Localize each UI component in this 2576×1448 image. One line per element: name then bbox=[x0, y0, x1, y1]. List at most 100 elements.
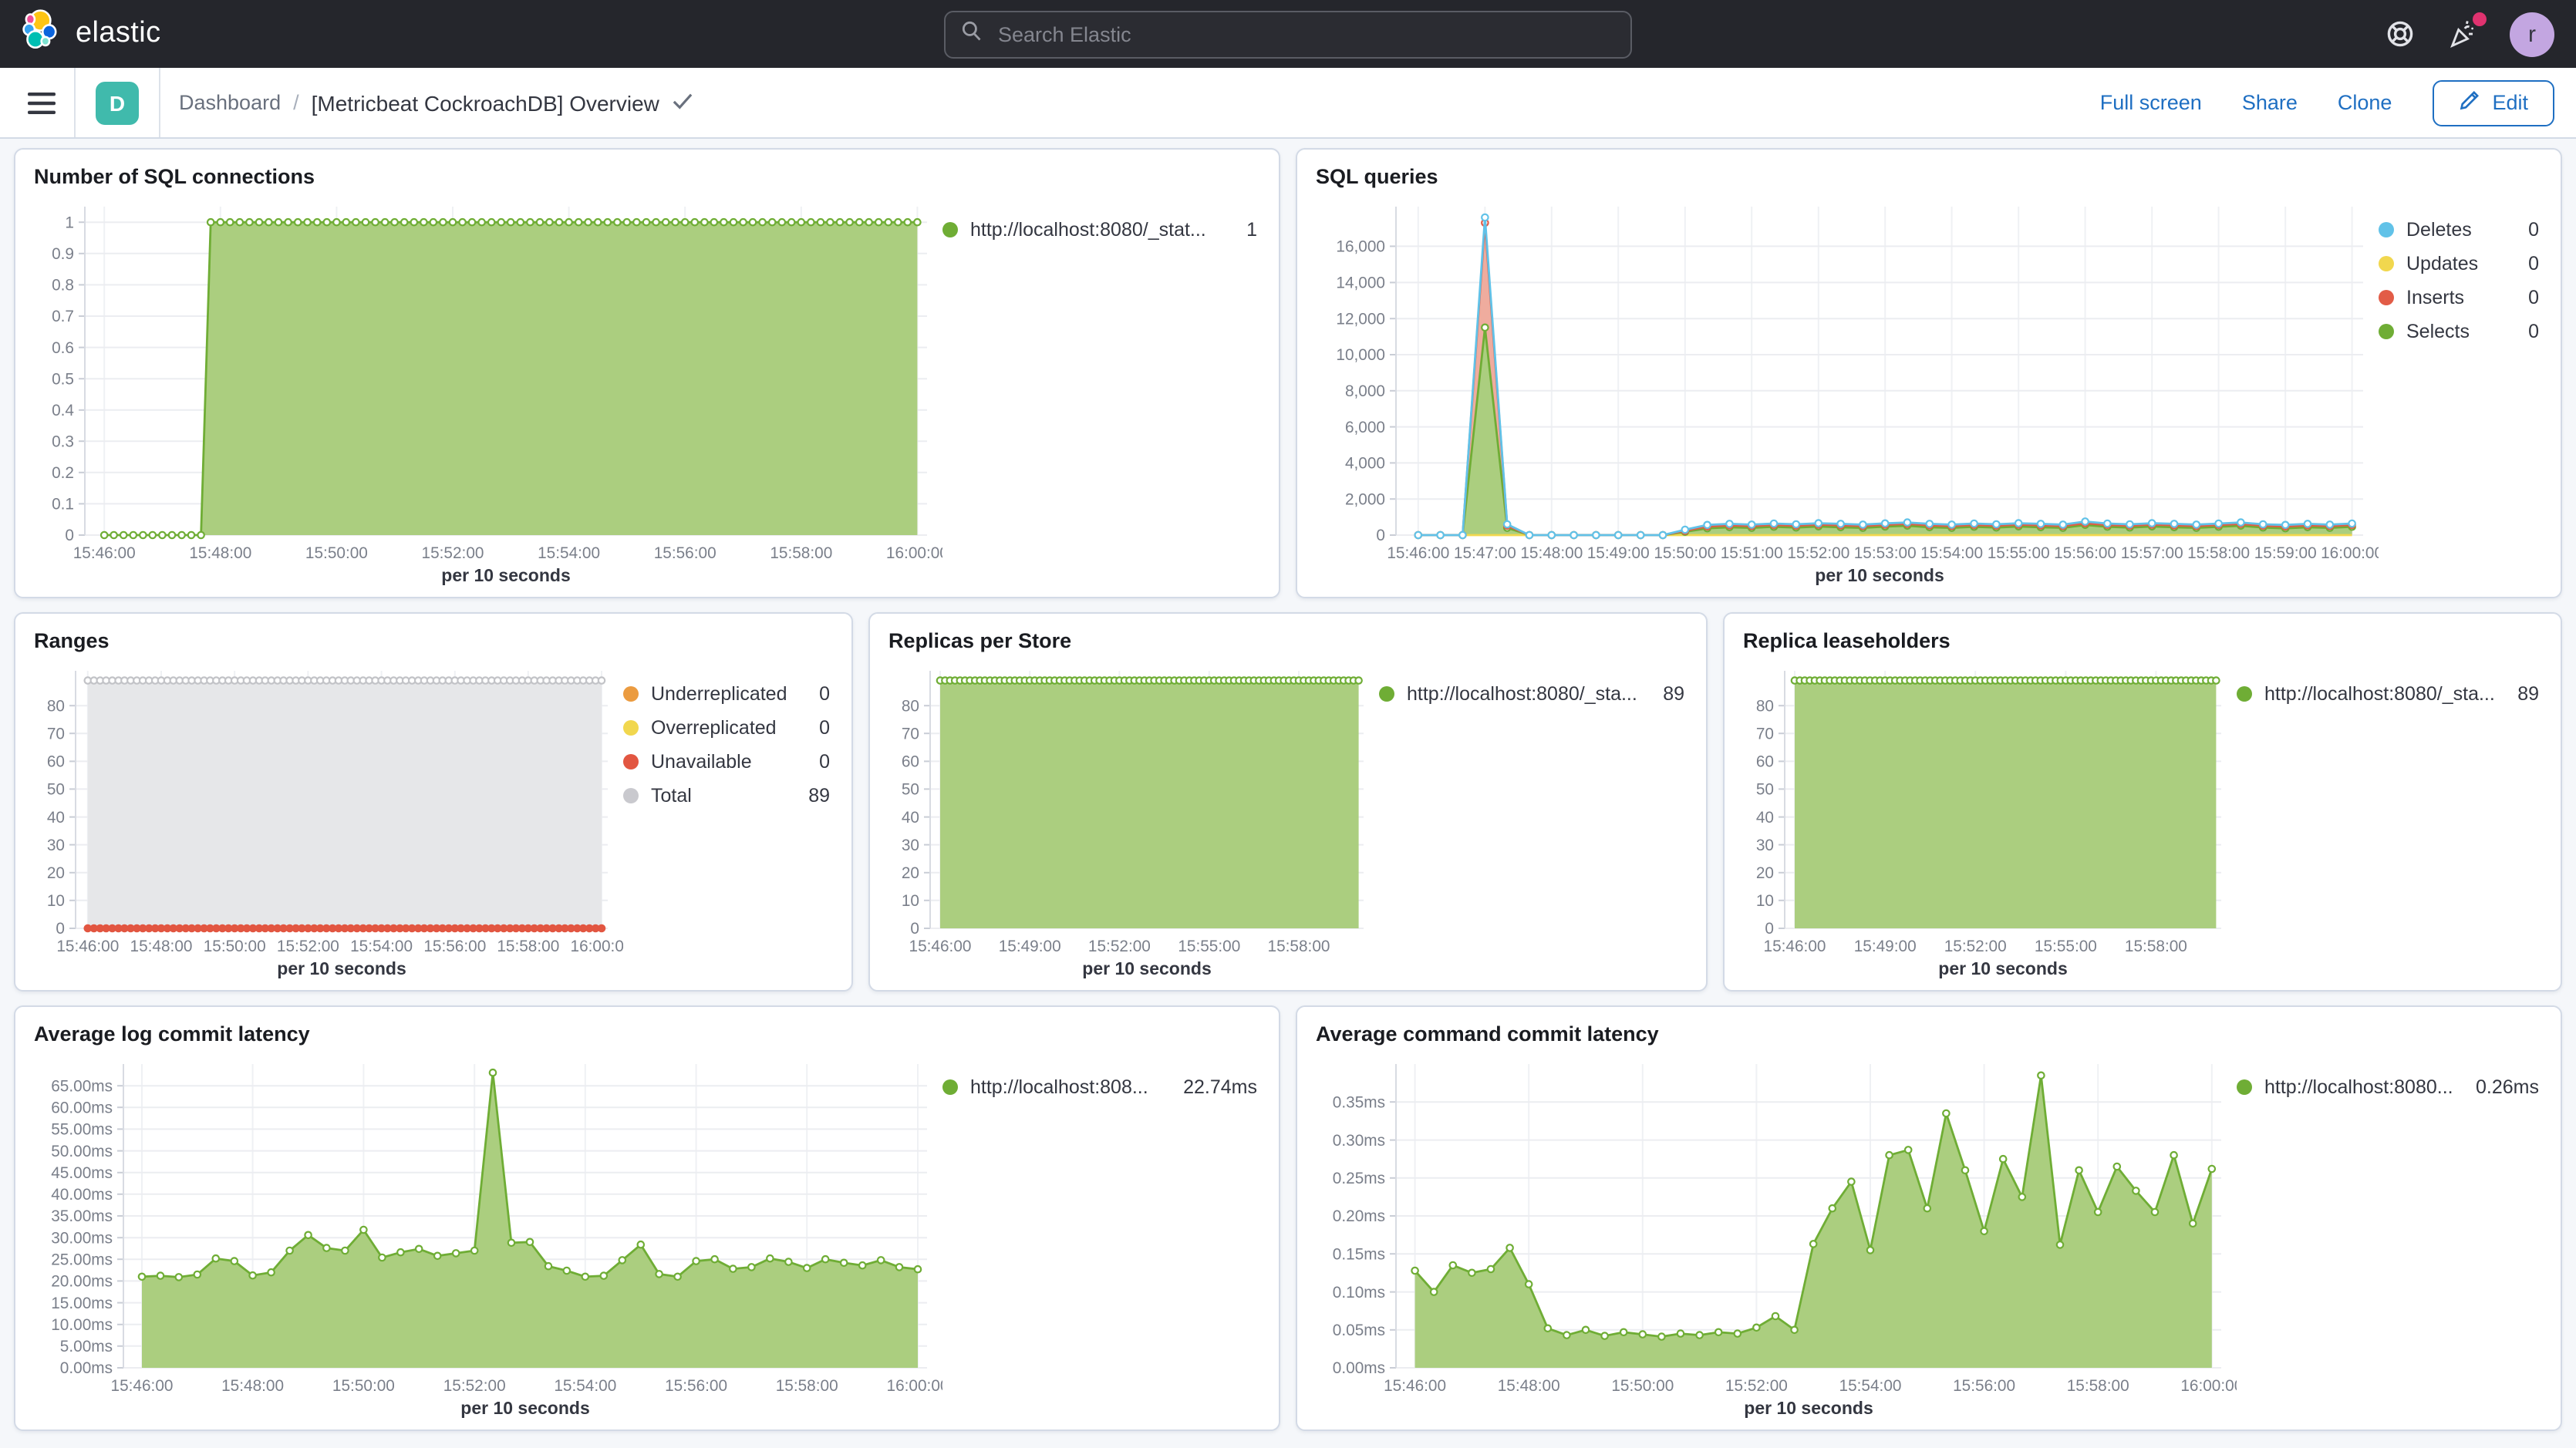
full-screen-link[interactable]: Full screen bbox=[2100, 91, 2202, 114]
svg-text:15:46:00: 15:46:00 bbox=[56, 938, 119, 955]
legend-value: 0 bbox=[2528, 321, 2539, 342]
legend-value: 0 bbox=[2528, 253, 2539, 274]
svg-text:per 10 seconds: per 10 seconds bbox=[1938, 958, 2067, 978]
sql-connections-chart[interactable]: 00.10.20.30.40.50.60.70.80.9115:46:0015:… bbox=[31, 194, 942, 591]
log-commit-latency-chart[interactable]: 0.00ms5.00ms10.00ms15.00ms20.00ms25.00ms… bbox=[31, 1052, 942, 1423]
legend-item[interactable]: http://localhost:8080/_sta...89 bbox=[2237, 683, 2539, 705]
svg-text:15:52:00: 15:52:00 bbox=[1088, 938, 1151, 955]
legend-item[interactable]: Total89 bbox=[623, 785, 830, 807]
svg-text:45.00ms: 45.00ms bbox=[51, 1164, 113, 1182]
svg-text:15:59:00: 15:59:00 bbox=[2254, 544, 2317, 562]
svg-text:30.00ms: 30.00ms bbox=[51, 1229, 113, 1247]
panel-title: Ranges bbox=[31, 626, 836, 658]
legend-value: 22.74ms bbox=[1183, 1076, 1257, 1098]
sql-queries-chart[interactable]: 02,0004,0006,0008,00010,00012,00014,0001… bbox=[1313, 194, 2379, 591]
svg-text:15:54:00: 15:54:00 bbox=[1839, 1377, 1902, 1395]
svg-text:16:00:00: 16:00:00 bbox=[2180, 1377, 2237, 1395]
svg-text:per 10 seconds: per 10 seconds bbox=[460, 1398, 589, 1418]
toolbar-divider bbox=[159, 68, 160, 137]
command-commit-latency-chart[interactable]: 0.00ms0.05ms0.10ms0.15ms0.20ms0.25ms0.30… bbox=[1313, 1052, 2237, 1423]
replica-leaseholders-chart[interactable]: 0102030405060708015:46:0015:49:0015:52:0… bbox=[1740, 658, 2237, 984]
legend-item[interactable]: http://localhost:808...22.74ms bbox=[942, 1076, 1257, 1098]
panel-title: Replicas per Store bbox=[885, 626, 1691, 658]
svg-text:15:50:00: 15:50:00 bbox=[204, 938, 266, 955]
svg-text:60: 60 bbox=[902, 753, 919, 771]
svg-text:70: 70 bbox=[902, 725, 919, 743]
hamburger-menu-icon[interactable] bbox=[9, 68, 74, 137]
breadcrumb-separator: / bbox=[293, 91, 299, 114]
svg-text:0: 0 bbox=[910, 920, 919, 938]
svg-text:15:55:00: 15:55:00 bbox=[1178, 938, 1240, 955]
svg-text:15:55:00: 15:55:00 bbox=[2035, 938, 2097, 955]
legend-label: http://localhost:8080... bbox=[2264, 1076, 2463, 1098]
legend-value: 0 bbox=[819, 683, 830, 705]
svg-text:15:49:00: 15:49:00 bbox=[1587, 544, 1650, 562]
svg-text:0.25ms: 0.25ms bbox=[1333, 1170, 1385, 1187]
legend-value: 89 bbox=[1663, 683, 1684, 705]
svg-text:15:50:00: 15:50:00 bbox=[1654, 544, 1716, 562]
clone-link[interactable]: Clone bbox=[2338, 91, 2392, 114]
svg-text:0.05ms: 0.05ms bbox=[1333, 1322, 1385, 1339]
svg-text:60: 60 bbox=[47, 753, 65, 771]
svg-text:10.00ms: 10.00ms bbox=[51, 1316, 113, 1334]
breadcrumb-dashboard-link[interactable]: Dashboard bbox=[179, 91, 281, 114]
svg-text:60.00ms: 60.00ms bbox=[51, 1099, 113, 1116]
legend-item[interactable]: Updates0 bbox=[2379, 253, 2539, 274]
legend-color-dot bbox=[2379, 290, 2394, 305]
svg-text:0: 0 bbox=[1376, 527, 1385, 544]
legend-item[interactable]: http://localhost:8080/_sta...89 bbox=[1379, 683, 1684, 705]
legend-item[interactable]: Unavailable0 bbox=[623, 751, 830, 773]
edit-button-label: Edit bbox=[2492, 91, 2528, 114]
svg-text:15:56:00: 15:56:00 bbox=[423, 938, 486, 955]
legend-label: Overreplicated bbox=[651, 717, 807, 739]
legend-value: 0 bbox=[819, 751, 830, 773]
panel-log-commit-latency: Average log commit latency 0.00ms5.00ms1… bbox=[14, 1005, 1280, 1431]
svg-text:15:58:00: 15:58:00 bbox=[2067, 1377, 2129, 1395]
legend-color-dot bbox=[2379, 256, 2394, 271]
legend-item[interactable]: Selects0 bbox=[2379, 321, 2539, 342]
toolbar-actions: Full screen Share Clone Edit bbox=[2100, 79, 2576, 126]
svg-text:15:53:00: 15:53:00 bbox=[1854, 544, 1917, 562]
share-link[interactable]: Share bbox=[2242, 91, 2298, 114]
legend-item[interactable]: Underreplicated0 bbox=[623, 683, 830, 705]
svg-text:per 10 seconds: per 10 seconds bbox=[1082, 958, 1211, 978]
legend-item[interactable]: Overreplicated0 bbox=[623, 717, 830, 739]
search-icon bbox=[961, 19, 983, 49]
svg-text:0.2: 0.2 bbox=[52, 464, 74, 482]
svg-text:15:58:00: 15:58:00 bbox=[1268, 938, 1330, 955]
svg-text:0.20ms: 0.20ms bbox=[1333, 1207, 1385, 1225]
svg-text:15:54:00: 15:54:00 bbox=[350, 938, 413, 955]
elastic-brand[interactable]: elastic bbox=[22, 9, 161, 59]
ranges-chart[interactable]: 0102030405060708015:46:0015:48:0015:50:0… bbox=[31, 658, 623, 984]
title-check-icon[interactable] bbox=[672, 90, 695, 115]
news-party-icon[interactable] bbox=[2446, 18, 2479, 50]
legend-item[interactable]: Inserts0 bbox=[2379, 287, 2539, 308]
header-actions: r bbox=[2385, 12, 2554, 56]
help-lifebuoy-icon[interactable] bbox=[2385, 19, 2416, 49]
panel-row-1: Number of SQL connections 00.10.20.30.40… bbox=[14, 148, 2562, 598]
svg-text:15:46:00: 15:46:00 bbox=[909, 938, 972, 955]
user-avatar[interactable]: r bbox=[2510, 12, 2554, 56]
global-search-box[interactable] bbox=[944, 10, 1632, 58]
legend-item[interactable]: Deletes0 bbox=[2379, 219, 2539, 241]
legend-value: 0 bbox=[2528, 287, 2539, 308]
legend-item[interactable]: http://localhost:8080...0.26ms bbox=[2237, 1076, 2539, 1098]
svg-text:35.00ms: 35.00ms bbox=[51, 1207, 113, 1225]
legend-item[interactable]: http://localhost:8080/_stat...1 bbox=[942, 219, 1257, 241]
svg-text:0.4: 0.4 bbox=[52, 402, 74, 419]
svg-text:16:00:00: 16:00:00 bbox=[2321, 544, 2379, 562]
edit-button[interactable]: Edit bbox=[2432, 79, 2554, 126]
search-input[interactable] bbox=[995, 21, 1615, 47]
svg-text:2,000: 2,000 bbox=[1345, 490, 1385, 508]
svg-text:15:56:00: 15:56:00 bbox=[2054, 544, 2116, 562]
replicas-per-store-chart[interactable]: 0102030405060708015:46:0015:49:0015:52:0… bbox=[885, 658, 1379, 984]
svg-text:15:48:00: 15:48:00 bbox=[189, 544, 251, 562]
svg-text:4,000: 4,000 bbox=[1345, 455, 1385, 473]
svg-text:16,000: 16,000 bbox=[1336, 238, 1385, 256]
panel-ranges: Ranges 0102030405060708015:46:0015:48:00… bbox=[14, 612, 853, 992]
svg-text:per 10 seconds: per 10 seconds bbox=[1744, 1398, 1873, 1418]
panel-row-2: Ranges 0102030405060708015:46:0015:48:00… bbox=[14, 612, 2562, 992]
panel-title: Average command commit latency bbox=[1313, 1019, 2545, 1052]
panel-replicas-per-store: Replicas per Store 0102030405060708015:4… bbox=[868, 612, 1708, 992]
dashboard-badge[interactable]: D bbox=[96, 81, 139, 124]
